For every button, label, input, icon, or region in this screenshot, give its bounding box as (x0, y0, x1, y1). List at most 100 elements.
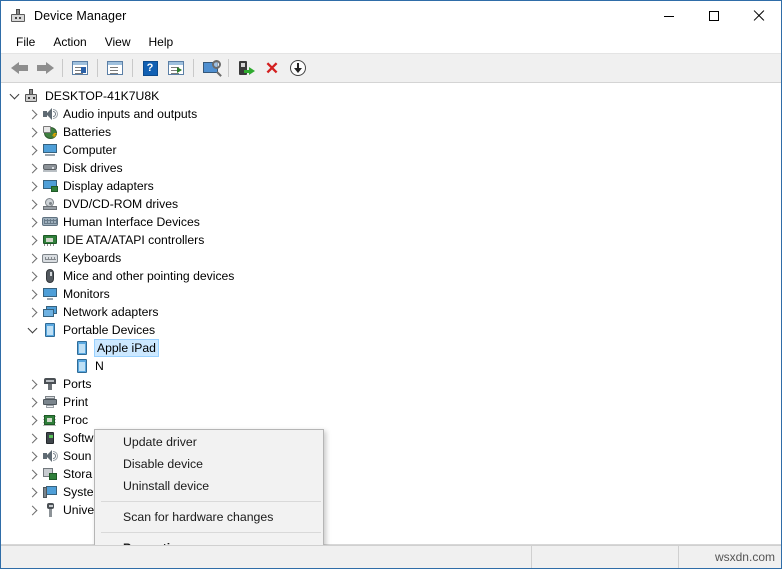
tree-node-computer[interactable]: Computer (1, 141, 781, 159)
help-button[interactable]: ? (137, 56, 163, 80)
chevron-right-icon[interactable] (25, 177, 41, 195)
tree-node-audio-inputs-and-outputs[interactable]: Audio inputs and outputs (1, 105, 781, 123)
tree-node-portable-device-2[interactable]: N (1, 357, 781, 375)
forward-arrow-icon (36, 61, 54, 75)
chevron-right-icon[interactable] (25, 447, 41, 465)
tree-node-label: Display adapters (63, 179, 154, 193)
tree-node-root[interactable]: DESKTOP-41K7U8K (1, 87, 781, 105)
portable-device-icon (73, 358, 91, 374)
status-pane-1 (1, 546, 532, 568)
chevron-right-icon[interactable] (25, 231, 41, 249)
chevron-right-icon[interactable] (25, 123, 41, 141)
install-legacy-hardware-button[interactable] (233, 56, 259, 80)
battery-icon (41, 124, 59, 140)
chevron-right-icon[interactable] (25, 267, 41, 285)
context-menu-item-update-driver[interactable]: Update driver (95, 431, 323, 453)
tree-node-dvd-cd-rom-drives[interactable]: DVD/CD-ROM drives (1, 195, 781, 213)
tree-node-monitors[interactable]: Monitors (1, 285, 781, 303)
chevron-right-icon[interactable] (25, 195, 41, 213)
chevron-right-icon[interactable] (25, 303, 41, 321)
properties-button[interactable] (102, 56, 128, 80)
toolbar-separator (62, 59, 63, 77)
tree-node-processors[interactable]: Proc (1, 411, 781, 429)
menu-view[interactable]: View (96, 32, 140, 53)
tree-node-printers[interactable]: Print (1, 393, 781, 411)
portable-device-icon (73, 340, 91, 356)
chevron-down-icon[interactable] (7, 87, 23, 105)
context-menu-item-disable-device[interactable]: Disable device (95, 453, 323, 475)
tree-node-batteries[interactable]: Batteries (1, 123, 781, 141)
device-manager-icon (10, 8, 26, 24)
menu-file[interactable]: File (7, 32, 44, 53)
chevron-right-icon[interactable] (25, 105, 41, 123)
tree-node-human-interface-devices[interactable]: Human Interface Devices (1, 213, 781, 231)
minimize-icon (663, 15, 674, 17)
chevron-right-icon[interactable] (25, 465, 41, 483)
back-arrow-icon (10, 61, 28, 75)
chevron-right-icon[interactable] (25, 483, 41, 501)
chevron-down-icon[interactable] (25, 321, 41, 339)
device-tree-pane[interactable]: DESKTOP-41K7U8K Audio inputs and outputs… (1, 83, 781, 545)
port-icon (41, 376, 59, 392)
chevron-right-icon[interactable] (25, 411, 41, 429)
computer-root-icon (23, 88, 41, 104)
tree-node-label: Keyboards (63, 251, 122, 265)
tree-node-label: Mice and other pointing devices (63, 269, 235, 283)
tree-node-apple-ipad[interactable]: Apple iPad (1, 339, 781, 357)
chevron-right-icon[interactable] (25, 213, 41, 231)
tree-node-label: IDE ATA/ATAPI controllers (63, 233, 205, 247)
menu-action[interactable]: Action (44, 32, 95, 53)
maximize-button[interactable] (691, 1, 736, 31)
toolbar-separator (97, 59, 98, 77)
chevron-right-icon[interactable] (25, 159, 41, 177)
tree-node-label: Monitors (63, 287, 110, 301)
chevron-right-icon[interactable] (25, 429, 41, 447)
window-controls (646, 1, 781, 31)
disable-device-button[interactable] (285, 56, 311, 80)
red-x-icon: ✕ (264, 58, 280, 78)
console-tree-icon (72, 61, 88, 75)
tree-node-label: Computer (63, 143, 117, 157)
minimize-button[interactable] (646, 1, 691, 31)
tree-node-mice-and-other-pointing-devices[interactable]: Mice and other pointing devices (1, 267, 781, 285)
forward-button[interactable] (32, 56, 58, 80)
tree-node-disk-drives[interactable]: Disk drives (1, 159, 781, 177)
menu-bar: File Action View Help (1, 31, 781, 54)
scan-for-hardware-changes-button[interactable] (198, 56, 224, 80)
toolbar-separator (132, 59, 133, 77)
disk-drive-icon (41, 160, 59, 176)
chevron-right-icon[interactable] (25, 249, 41, 267)
tree-node-display-adapters[interactable]: Display adapters (1, 177, 781, 195)
context-menu-item-properties[interactable]: Properties (95, 537, 323, 545)
context-menu-separator (101, 532, 321, 533)
chevron-right-icon[interactable] (25, 375, 41, 393)
context-menu-separator (101, 501, 321, 502)
tree-node-label: Ports (63, 377, 92, 391)
update-driver-toolbar-button[interactable] (163, 56, 189, 80)
context-menu-item-scan-for-hardware-changes[interactable]: Scan for hardware changes (95, 506, 323, 528)
dvd-drive-icon (41, 196, 59, 212)
chevron-right-icon[interactable] (25, 141, 41, 159)
chevron-right-icon[interactable] (25, 285, 41, 303)
tree-node-portable-devices[interactable]: Portable Devices (1, 321, 781, 339)
close-icon (753, 10, 765, 22)
tree-node-label: Soun (63, 449, 92, 463)
menu-help[interactable]: Help (140, 32, 183, 53)
chevron-right-icon[interactable] (25, 501, 41, 519)
tree-node-network-adapters[interactable]: Network adapters (1, 303, 781, 321)
tree-node-label: Softw (63, 431, 94, 445)
monitor-icon (41, 286, 59, 302)
close-button[interactable] (736, 1, 781, 31)
tree-node-ports[interactable]: Ports (1, 375, 781, 393)
uninstall-device-button[interactable]: ✕ (259, 56, 285, 80)
tree-node-ide-ata-atapi-controllers[interactable]: IDE ATA/ATAPI controllers (1, 231, 781, 249)
storage-controller-icon (41, 466, 59, 482)
chevron-right-icon[interactable] (25, 393, 41, 411)
tree-node-keyboards[interactable]: Keyboards (1, 249, 781, 267)
back-button[interactable] (6, 56, 32, 80)
show-hide-console-tree-button[interactable] (67, 56, 93, 80)
ide-controller-icon (41, 232, 59, 248)
context-menu-item-uninstall-device[interactable]: Uninstall device (95, 475, 323, 497)
speaker-icon (41, 448, 59, 464)
